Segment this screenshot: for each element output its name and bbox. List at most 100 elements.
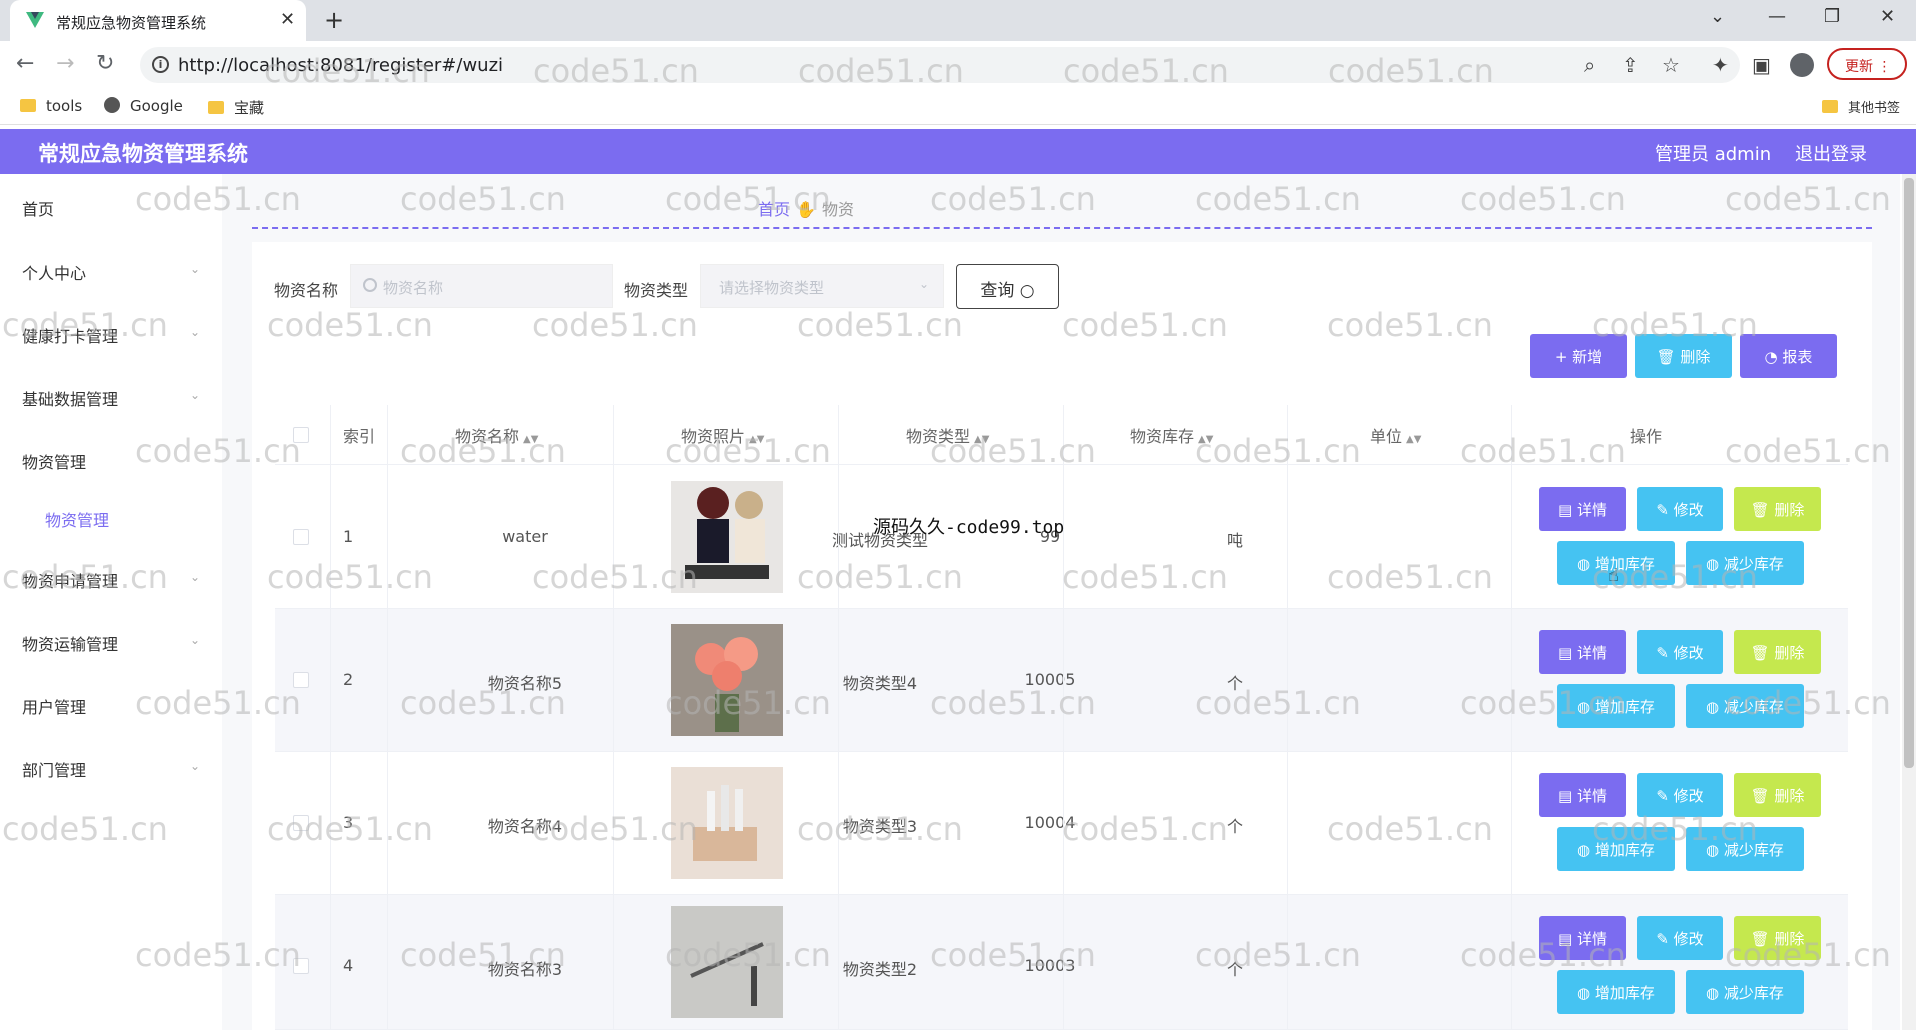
sidebar-item-users[interactable]: 用户管理 xyxy=(22,694,86,718)
extensions-icon[interactable]: ✦ xyxy=(1712,53,1729,77)
breadcrumb-home[interactable]: 首页 xyxy=(758,200,790,219)
add-button[interactable]: + 新增 xyxy=(1530,334,1627,378)
sidebar-item-home[interactable]: 首页 xyxy=(22,196,54,220)
window-close-icon[interactable]: ✕ xyxy=(1880,6,1895,27)
share-icon[interactable]: ⇪ xyxy=(1622,53,1639,77)
zoom-icon[interactable]: ⌕ xyxy=(1584,53,1595,77)
pencil-icon: ✎ xyxy=(1656,501,1669,519)
column-header-photo[interactable]: 物资照片 ▲▼ xyxy=(681,423,764,447)
chevron-down-icon[interactable]: ⌄ xyxy=(1710,6,1725,27)
sidebar-item-basic-data[interactable]: 基础数据管理 xyxy=(22,386,118,410)
reduce-stock-button[interactable]: ◍ 减少库存 xyxy=(1686,970,1804,1014)
sidebar-item-health[interactable]: 健康打卡管理 xyxy=(22,323,118,347)
bookmarks-bar: tools Google 宝藏 其他书签 xyxy=(0,89,1916,125)
row-delete-button[interactable]: 🗑 删除 xyxy=(1734,630,1821,674)
minimize-icon[interactable]: — xyxy=(1768,6,1786,27)
scrollbar-thumb[interactable] xyxy=(1904,178,1914,768)
update-button[interactable]: 更新 ⋮ xyxy=(1827,48,1907,80)
column-header-type[interactable]: 物资类型 ▲▼ xyxy=(906,423,989,447)
row-delete-button[interactable]: 🗑 删除 xyxy=(1734,773,1821,817)
browser-tab[interactable]: 常规应急物资管理系统 ✕ xyxy=(10,0,306,41)
cell-index: 4 xyxy=(343,956,354,975)
sidebar-item-materials[interactable]: 物资管理 xyxy=(22,449,86,473)
detail-button[interactable]: ▤ 详情 xyxy=(1539,630,1626,674)
new-tab-icon[interactable]: + xyxy=(324,6,344,34)
sort-icon: ▲▼ xyxy=(523,434,539,445)
url-text[interactable]: http://localhost:8081/register#/wuzi xyxy=(178,55,503,76)
search-icon: ○ xyxy=(1019,281,1035,301)
add-stock-button[interactable]: ◍ 增加库存 xyxy=(1557,827,1675,871)
add-stock-button[interactable]: ◍ 增加库存 xyxy=(1557,970,1675,1014)
omnibox[interactable]: i http://localhost:8081/register#/wuzi xyxy=(140,47,1740,83)
sidebar-item-profile[interactable]: 个人中心 xyxy=(22,260,86,284)
bookmark-star-icon[interactable]: ☆ xyxy=(1662,53,1680,77)
plus-icon: + xyxy=(1554,348,1568,366)
edit-button[interactable]: ✎ 修改 xyxy=(1637,487,1723,531)
delete-button[interactable]: 🗑 删除 xyxy=(1635,334,1732,378)
detail-button[interactable]: ▤ 详情 xyxy=(1539,487,1626,531)
row-delete-button[interactable]: 🗑 删除 xyxy=(1734,487,1821,531)
profile-avatar-icon[interactable] xyxy=(1790,53,1814,77)
bookmark-treasure[interactable]: 宝藏 xyxy=(208,97,264,118)
bookmark-google[interactable]: Google xyxy=(104,97,183,115)
cell-name: 物资名称5 xyxy=(487,674,563,693)
table-header: 索引 物资名称 ▲▼ 物资照片 ▲▼ 物资类型 ▲▼ 物资库存 ▲▼ 单位 ▲▼ 操作 xyxy=(275,405,1848,465)
sort-icon: ▲▼ xyxy=(1406,434,1422,445)
forward-icon[interactable]: → xyxy=(56,51,74,76)
bookmark-tools[interactable]: tools xyxy=(20,97,82,115)
sidebar-subitem-materials[interactable]: 物资管理 xyxy=(45,507,109,531)
chart-icon: ◔ xyxy=(1764,348,1778,366)
chevron-down-icon: ⌄ xyxy=(190,633,201,647)
edit-button[interactable]: ✎ 修改 xyxy=(1637,916,1723,960)
query-button[interactable]: 查询 ○ xyxy=(956,264,1059,309)
row-delete-button[interactable]: 🗑 删除 xyxy=(1734,916,1821,960)
column-header-stock[interactable]: 物资库存 ▲▼ xyxy=(1130,423,1213,447)
row-checkbox[interactable] xyxy=(293,958,309,974)
sidepanel-icon[interactable]: ▣ xyxy=(1752,53,1771,77)
column-divider xyxy=(613,405,614,1030)
row-checkbox[interactable] xyxy=(293,672,309,688)
reduce-stock-button[interactable]: ◍ 减少库存 xyxy=(1686,541,1804,585)
location-pin-icon: ◍ xyxy=(1706,698,1720,716)
folder-icon xyxy=(1822,100,1838,113)
sort-icon: ▲▼ xyxy=(1198,434,1214,445)
sidebar-item-departments[interactable]: 部门管理 xyxy=(22,757,86,781)
row-checkbox[interactable] xyxy=(293,815,309,831)
add-stock-button[interactable]: ◍ 增加库存 xyxy=(1557,684,1675,728)
column-divider xyxy=(330,405,331,1030)
sidebar-item-transport[interactable]: 物资运输管理 xyxy=(22,631,118,655)
edit-button[interactable]: ✎ 修改 xyxy=(1637,630,1723,674)
type-select[interactable]: 请选择物资类型 ⌄ xyxy=(700,264,944,308)
select-all-checkbox[interactable] xyxy=(293,427,309,443)
cell-index: 2 xyxy=(343,670,354,689)
cell-name: 物资名称3 xyxy=(487,960,563,979)
close-icon[interactable]: ✕ xyxy=(280,9,295,30)
tab-title: 常规应急物资管理系统 xyxy=(56,14,207,32)
chevron-down-icon: ⌄ xyxy=(190,325,201,339)
name-search-input[interactable]: 物资名称 xyxy=(350,264,613,308)
detail-button[interactable]: ▤ 详情 xyxy=(1539,916,1626,960)
row-checkbox[interactable] xyxy=(293,529,309,545)
bookmark-other[interactable]: 其他书签 xyxy=(1822,97,1900,116)
logout-link[interactable]: 退出登录 xyxy=(1795,140,1867,166)
edit-button[interactable]: ✎ 修改 xyxy=(1637,773,1723,817)
scrollbar[interactable] xyxy=(1902,174,1916,1030)
cell-stock: 10005 xyxy=(1024,670,1076,689)
column-header-name[interactable]: 物资名称 ▲▼ xyxy=(455,423,538,447)
folder-icon xyxy=(20,99,36,112)
reload-icon[interactable]: ↻ xyxy=(96,51,114,76)
detail-button[interactable]: ▤ 详情 xyxy=(1539,773,1626,817)
back-icon[interactable]: ← xyxy=(16,51,34,76)
sidebar-item-applications[interactable]: 物资申请管理 xyxy=(22,568,118,592)
restore-icon[interactable]: ❐ xyxy=(1824,6,1840,27)
report-button[interactable]: ◔ 报表 xyxy=(1740,334,1837,378)
cell-unit: 个 xyxy=(1226,960,1243,979)
location-pin-icon: ◍ xyxy=(1706,841,1720,859)
info-icon[interactable]: i xyxy=(152,56,169,73)
column-header-unit[interactable]: 单位 ▲▼ xyxy=(1370,423,1421,447)
location-pin-icon: ◍ xyxy=(1706,555,1720,573)
reduce-stock-button[interactable]: ◍ 减少库存 xyxy=(1686,827,1804,871)
location-pin-icon: ◍ xyxy=(1577,841,1591,859)
reduce-stock-button[interactable]: ◍ 减少库存 xyxy=(1686,684,1804,728)
column-divider xyxy=(1511,405,1512,1030)
